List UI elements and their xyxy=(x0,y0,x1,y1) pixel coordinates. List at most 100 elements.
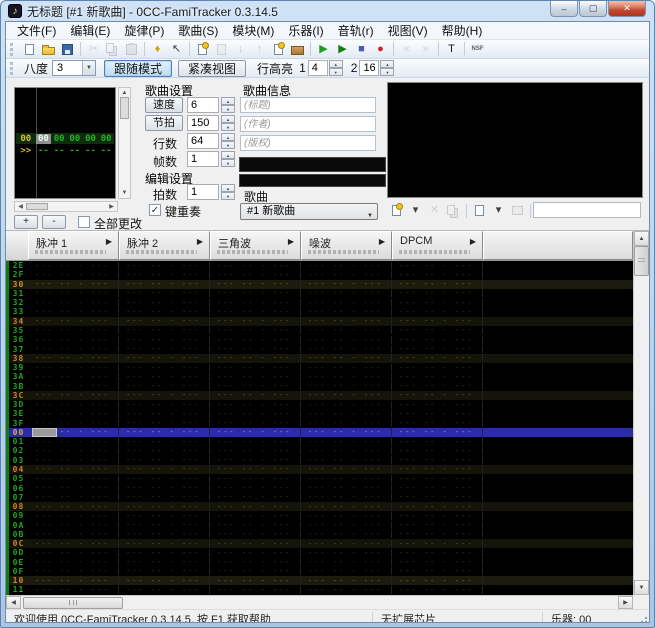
title-bar[interactable]: ♪ 无标题 [#1 新歌曲] - 0CC-FamiTracker 0.3.14.… xyxy=(1,1,654,21)
pattern-row-36[interactable]: 36--- -- - ------ -- - ------ -- - -----… xyxy=(9,335,633,344)
edit-instrument-menu-icon[interactable]: ▾ xyxy=(489,202,508,219)
frame-pattern-value[interactable]: 00 xyxy=(98,134,114,144)
pattern-cell[interactable]: --- -- - --- xyxy=(301,308,392,316)
frame-hscroll-thumb[interactable] xyxy=(26,203,48,210)
pattern-cell[interactable]: --- -- - --- xyxy=(28,419,119,427)
pattern-cell[interactable]: --- -- - --- xyxy=(210,373,301,381)
pattern-cell[interactable]: --- -- - --- xyxy=(301,289,392,297)
speed-field[interactable]: 6 xyxy=(187,97,219,113)
pattern-cell[interactable]: --- -- - --- xyxy=(392,521,483,529)
channel-expand-icon[interactable]: ▶ xyxy=(288,237,294,246)
pattern-row-3C[interactable]: 3C--- -- - ------ -- - ------ -- - -----… xyxy=(9,391,633,400)
pattern-cell[interactable]: --- -- - --- xyxy=(210,354,301,362)
pattern-cell[interactable]: --- -- - --- xyxy=(301,345,392,353)
tempo-spinner[interactable]: ▲▼ xyxy=(221,115,235,131)
pattern-cell[interactable]: --- -- - --- xyxy=(28,577,119,585)
pattern-cell[interactable]: --- -- - --- xyxy=(28,465,119,473)
pattern-row-0C[interactable]: 0C--- -- - ------ -- - ------ -- - -----… xyxy=(9,539,633,548)
pattern-cell[interactable]: --- -- - --- xyxy=(119,373,210,381)
frame-editor-icon[interactable] xyxy=(288,41,307,58)
record-icon[interactable]: ● xyxy=(371,41,390,58)
edit-instrument-icon[interactable] xyxy=(470,202,489,219)
pattern-cell[interactable]: --- -- - --- xyxy=(119,345,210,353)
channel-header-1[interactable]: 脉冲 2▶ xyxy=(119,231,210,260)
pattern-cell[interactable]: --- -- - --- xyxy=(301,262,392,270)
pattern-cell[interactable]: --- -- - --- xyxy=(28,280,119,288)
pattern-cell[interactable]: --- -- - --- xyxy=(301,373,392,381)
pattern-cell[interactable]: --- -- - --- xyxy=(301,391,392,399)
pattern-row-39[interactable]: 39--- -- - ------ -- - ------ -- - -----… xyxy=(9,363,633,372)
pattern-cell[interactable]: --- -- - --- xyxy=(392,577,483,585)
pattern-cell[interactable]: --- -- - --- xyxy=(210,262,301,270)
pattern-row-2E[interactable]: 2E--- -- - ------ -- - ------ -- - -----… xyxy=(9,261,633,270)
pattern-cell[interactable]: --- -- - --- xyxy=(210,567,301,575)
pattern-row-3A[interactable]: 3A--- -- - ------ -- - ------ -- - -----… xyxy=(9,372,633,381)
pattern-cell[interactable]: --- -- - --- xyxy=(210,540,301,548)
pattern-cell[interactable]: --- -- - --- xyxy=(28,438,119,446)
pattern-row-06[interactable]: 06--- -- - ------ -- - ------ -- - -----… xyxy=(9,483,633,492)
pattern-cell[interactable]: --- -- - --- xyxy=(28,447,119,455)
change-all-checkbox[interactable] xyxy=(78,216,90,228)
pattern-cell[interactable]: --- -- - --- xyxy=(119,419,210,427)
pattern-cell[interactable]: --- -- - --- xyxy=(119,299,210,307)
pattern-cell[interactable]: --- -- - --- xyxy=(210,484,301,492)
pattern-cell[interactable]: --- -- - --- xyxy=(210,521,301,529)
pattern-cell[interactable]: --- -- - --- xyxy=(392,567,483,575)
pattern-cell[interactable]: --- -- - --- xyxy=(392,530,483,538)
pattern-cell[interactable]: --- -- - --- xyxy=(210,530,301,538)
pattern-cursor[interactable] xyxy=(32,428,57,437)
pattern-cell[interactable]: --- -- - --- xyxy=(210,391,301,399)
pattern-cell[interactable]: --- -- - --- xyxy=(301,558,392,566)
menu-item-7[interactable]: 视图(V) xyxy=(381,22,435,40)
frame-pattern-value[interactable]: 00 xyxy=(36,134,52,144)
pattern-cell[interactable]: --- -- - --- xyxy=(392,299,483,307)
pattern-row-09[interactable]: 09--- -- - ------ -- - ------ -- - -----… xyxy=(9,511,633,520)
pattern-cell[interactable]: --- -- - --- xyxy=(301,364,392,372)
pattern-cell[interactable]: --- -- - --- xyxy=(210,280,301,288)
pattern-cell[interactable]: --- -- - --- xyxy=(28,354,119,362)
highlight2-spinner[interactable]: ▲▼ xyxy=(380,60,394,76)
pattern-cell[interactable]: --- -- - --- xyxy=(301,586,392,594)
pattern-cell[interactable]: --- -- - --- xyxy=(301,428,392,436)
pattern-cell[interactable]: --- -- - --- xyxy=(392,465,483,473)
frame-pattern-value[interactable]: -- xyxy=(98,146,114,156)
pattern-cell[interactable]: --- -- - --- xyxy=(210,456,301,464)
channel-expand-icon[interactable]: ▶ xyxy=(379,237,385,246)
pattern-row-31[interactable]: 31--- -- - ------ -- - ------ -- - -----… xyxy=(9,289,633,298)
new-file-icon[interactable] xyxy=(20,41,39,58)
pattern-cell[interactable]: --- -- - --- xyxy=(28,484,119,492)
speed-button[interactable]: 速度 xyxy=(145,97,183,113)
pattern-cell[interactable]: --- -- - --- xyxy=(392,336,483,344)
pattern-cell[interactable]: --- -- - --- xyxy=(392,289,483,297)
pattern-cell[interactable]: --- -- - --- xyxy=(119,540,210,548)
pattern-cell[interactable]: --- -- - --- xyxy=(28,567,119,575)
pattern-cell[interactable]: --- -- - --- xyxy=(28,586,119,594)
pattern-cell[interactable]: --- -- - --- xyxy=(301,419,392,427)
pattern-cell[interactable]: --- -- - --- xyxy=(119,401,210,409)
menu-item-3[interactable]: 歌曲(S) xyxy=(171,22,225,40)
pattern-cell[interactable]: --- -- - --- xyxy=(301,401,392,409)
frame-pattern-value[interactable]: 00 xyxy=(51,134,67,144)
pattern-cell[interactable]: --- -- - --- xyxy=(119,410,210,418)
frame-row-1[interactable]: >>---------- xyxy=(16,145,114,156)
play-pattern-icon[interactable]: ▶ xyxy=(333,41,352,58)
pattern-cell[interactable]: --- -- - --- xyxy=(119,336,210,344)
instrument-list[interactable] xyxy=(387,82,643,198)
pattern-row-3B[interactable]: 3B--- -- - ------ -- - ------ -- - -----… xyxy=(9,381,633,390)
pattern-cell[interactable]: --- -- - --- xyxy=(392,438,483,446)
scroll-left-icon[interactable]: ◀ xyxy=(15,204,26,210)
step-field[interactable]: 1 xyxy=(187,184,219,200)
pattern-cell[interactable]: --- -- - --- xyxy=(119,558,210,566)
pattern-cell[interactable]: --- -- - --- xyxy=(392,364,483,372)
pattern-cell[interactable]: --- -- - --- xyxy=(392,484,483,492)
pattern-cell[interactable]: --- -- - --- xyxy=(28,289,119,297)
channel-header-2[interactable]: 三角波▶ xyxy=(210,231,301,260)
follow-mode-button[interactable]: 跟随模式 xyxy=(104,60,172,77)
pattern-row-34[interactable]: 34--- -- - ------ -- - ------ -- - -----… xyxy=(9,317,633,326)
pattern-cell[interactable]: --- -- - --- xyxy=(301,299,392,307)
resize-grip[interactable] xyxy=(638,614,648,623)
pattern-cell[interactable]: --- -- - --- xyxy=(392,326,483,334)
pattern-cell[interactable]: --- -- - --- xyxy=(119,567,210,575)
pattern-row-05[interactable]: 05--- -- - ------ -- - ------ -- - -----… xyxy=(9,474,633,483)
pattern-cell[interactable]: --- -- - --- xyxy=(28,456,119,464)
